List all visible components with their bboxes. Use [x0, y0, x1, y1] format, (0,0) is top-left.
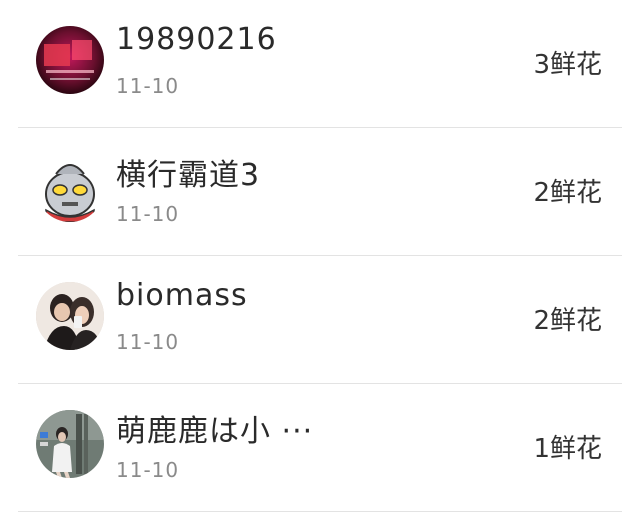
- list-item[interactable]: 19890216 11-10 3鲜花: [0, 0, 640, 128]
- avatar[interactable]: [36, 282, 104, 350]
- flower-count: 2鲜花: [533, 178, 602, 208]
- street-photo-avatar-icon: [36, 410, 104, 478]
- gift-date: 11-10: [116, 74, 180, 98]
- flower-count: 1鲜花: [533, 434, 602, 464]
- gift-date: 11-10: [116, 458, 180, 482]
- sender-name: 19890216: [116, 22, 277, 57]
- avatar[interactable]: [36, 154, 104, 222]
- gift-date: 11-10: [116, 202, 180, 226]
- list-item[interactable]: 横行霸道3 11-10 2鲜花: [0, 128, 640, 256]
- gift-date: 11-10: [116, 330, 180, 354]
- couple-photo-avatar-icon: [36, 282, 104, 350]
- list-item[interactable]: biomass 11-10 2鲜花: [0, 256, 640, 384]
- red-poster-avatar-icon: [36, 26, 104, 94]
- sender-name: 萌鹿鹿は小 ···: [116, 414, 314, 449]
- ultraman-avatar-icon: [36, 154, 104, 222]
- flower-count: 3鲜花: [533, 50, 602, 80]
- avatar[interactable]: [36, 410, 104, 478]
- flower-count: 2鲜花: [533, 306, 602, 336]
- sender-name: 横行霸道3: [116, 158, 261, 193]
- flower-gift-list: 19890216 11-10 3鲜花 横行霸道3 11-10 2鲜花 bioma…: [0, 0, 640, 512]
- list-item[interactable]: 萌鹿鹿は小 ··· 11-10 1鲜花: [0, 384, 640, 512]
- sender-name: biomass: [116, 278, 248, 313]
- avatar[interactable]: [36, 26, 104, 94]
